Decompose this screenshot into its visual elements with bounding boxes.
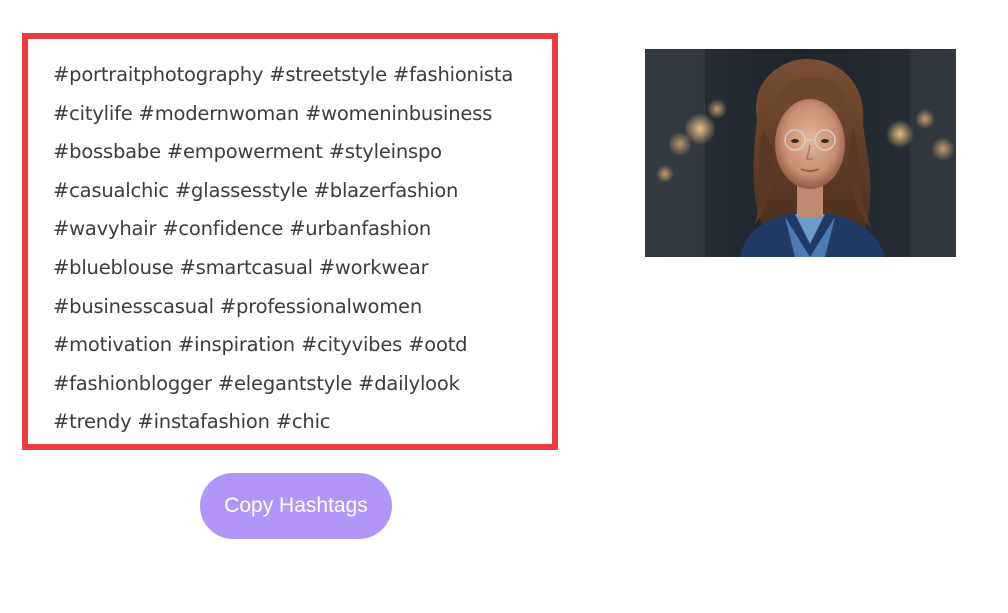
portrait-photo	[645, 49, 956, 257]
hashtag-box: #portraitphotography #streetstyle #fashi…	[22, 33, 558, 450]
hashtag-line: #citylife #modernwoman #womeninbusiness	[53, 101, 493, 125]
portrait-image	[645, 49, 956, 257]
hashtag-line: #motivation #inspiration #cityvibes #oot…	[53, 333, 468, 357]
hashtag-text[interactable]: #portraitphotography #streetstyle #fashi…	[53, 56, 543, 442]
hashtag-line: #fashionblogger #elegantstyle #dailylook	[53, 371, 460, 395]
hashtag-line: #casualchic #glassesstyle #blazerfashion	[53, 178, 459, 202]
copy-hashtags-button[interactable]: Copy Hashtags	[200, 473, 392, 539]
hashtag-line: #businesscasual #professionalwomen	[53, 294, 423, 318]
hashtag-line: #wavyhair #confidence #urbanfashion	[53, 217, 431, 241]
hashtag-line: #bossbabe #empowerment #styleinspo	[53, 140, 442, 164]
page: #portraitphotography #streetstyle #fashi…	[0, 0, 1008, 613]
hashtag-line: #blueblouse #smartcasual #workwear	[53, 255, 429, 279]
hashtag-line: #portraitphotography #streetstyle #fashi…	[53, 63, 514, 86]
hashtag-line: #trendy #instafashion #chic	[53, 410, 331, 434]
